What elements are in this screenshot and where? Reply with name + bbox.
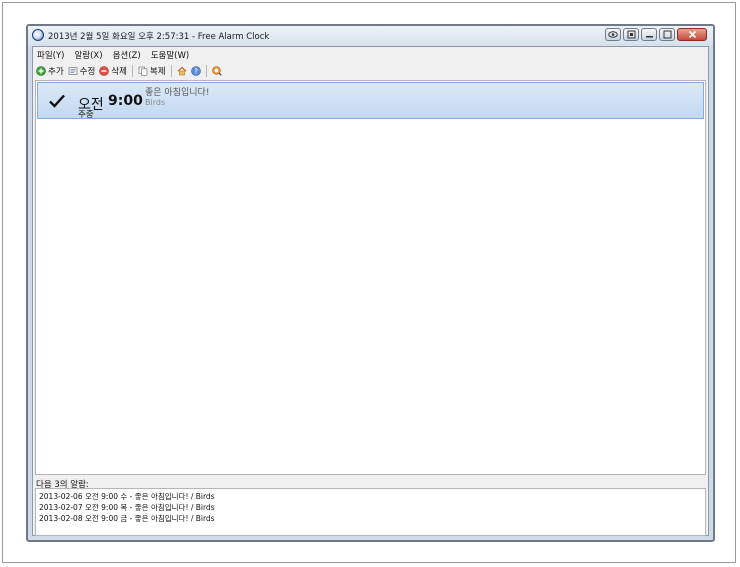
edit-icon	[68, 66, 77, 75]
alarm-list[interactable]: 오전 9:00 주중 좋은 아침입니다! Birds	[35, 80, 706, 475]
minimize-icon	[645, 36, 653, 38]
menu-options[interactable]: 옵션(Z)	[113, 49, 141, 61]
help-button[interactable]: ?	[190, 65, 201, 76]
pin-button[interactable]	[623, 28, 639, 41]
eye-button[interactable]	[605, 28, 621, 41]
checkmark-icon[interactable]	[48, 93, 66, 109]
alarm-message: 좋은 아침입니다!	[145, 88, 210, 98]
menu-alarm[interactable]: 알람(X)	[74, 49, 102, 61]
add-icon	[36, 65, 46, 76]
edit-label: 수정	[79, 66, 96, 77]
alarm-sound: Birds	[145, 98, 166, 107]
maximize-button[interactable]	[659, 28, 675, 41]
list-item: 2013-02-07 오전 9:00 목 - 좋은 아침입니다! / Birds	[39, 503, 215, 512]
menu-help[interactable]: 도움말(W)	[151, 49, 190, 61]
add-button[interactable]: 추가	[36, 65, 64, 77]
close-icon	[688, 30, 696, 39]
app-window: 2013년 2월 5일 화요일 오후 2:57:31 - Free Alarm …	[26, 24, 715, 542]
toolbar: 추가 수정 삭제 복제 ?	[33, 62, 708, 79]
copy-label: 복제	[149, 66, 166, 77]
pin-icon	[627, 30, 635, 39]
toolbar-separator	[131, 64, 133, 77]
title-bar[interactable]: 2013년 2월 5일 화요일 오후 2:57:31 - Free Alarm …	[28, 26, 713, 46]
add-label: 추가	[48, 66, 64, 77]
next-alarms-list: 2013-02-06 오전 9:00 수 - 좋은 아침입니다! / Birds…	[35, 488, 706, 536]
alarm-row[interactable]: 오전 9:00 주중 좋은 아침입니다! Birds	[37, 82, 704, 120]
minimize-button[interactable]	[641, 28, 657, 41]
home-button[interactable]	[177, 66, 187, 76]
list-item: 2013-02-08 오전 9:00 금 - 좋은 아침입니다! / Birds	[39, 514, 215, 523]
maximize-icon	[663, 30, 671, 39]
client-area: 파일(Y) 알람(X) 옵션(Z) 도움말(W) 추가 수정 삭제 복제 ? 오…	[32, 46, 709, 536]
help-icon: ?	[190, 65, 201, 76]
globe-search-icon	[211, 65, 222, 76]
delete-label: 삭제	[111, 66, 127, 77]
copy-icon	[138, 66, 148, 76]
web-button[interactable]	[211, 65, 222, 76]
alarm-repeat: 주중	[78, 110, 94, 120]
alarm-time: 9:00	[108, 93, 143, 109]
home-icon	[177, 66, 186, 75]
list-item: 2013-02-06 오전 9:00 수 - 좋은 아침입니다! / Birds	[39, 492, 215, 501]
menu-file[interactable]: 파일(Y)	[37, 49, 64, 61]
toolbar-separator	[205, 64, 207, 77]
delete-icon	[99, 65, 110, 76]
toolbar-separator	[170, 64, 172, 77]
svg-text:?: ?	[194, 67, 198, 75]
copy-button[interactable]: 복제	[138, 65, 166, 77]
close-button[interactable]	[677, 28, 707, 41]
alarm-clock-icon	[32, 29, 44, 41]
delete-button[interactable]: 삭제	[99, 65, 127, 77]
menu-bar: 파일(Y) 알람(X) 옵션(Z) 도움말(W)	[33, 47, 708, 62]
title-buttons	[605, 28, 707, 41]
eye-icon	[608, 31, 618, 38]
window-title: 2013년 2월 5일 화요일 오후 2:57:31 - Free Alarm …	[48, 32, 270, 42]
edit-button[interactable]: 수정	[68, 65, 96, 77]
